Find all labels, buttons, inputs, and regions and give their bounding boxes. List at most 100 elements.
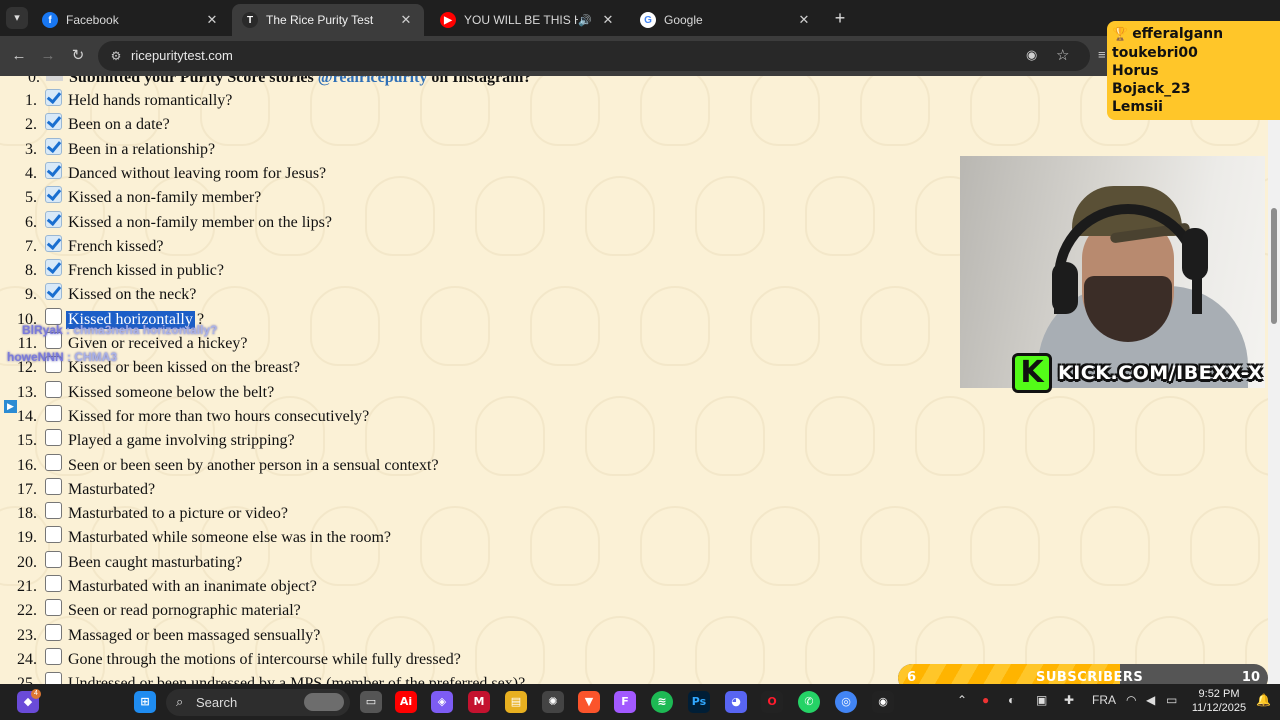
forward-icon[interactable]: → — [37, 45, 59, 67]
owl-watermark — [1025, 396, 1095, 476]
tray-app-icon[interactable]: ✚ — [1064, 693, 1074, 707]
chat-message: howeNNN : CHMA3 — [7, 350, 118, 364]
address-bar[interactable]: ⚙ ricepuritytest.com ◉ ☆ — [98, 41, 1090, 71]
tray-app-icon[interactable]: ▣ — [1036, 693, 1047, 707]
instagram-link[interactable]: @realricepurity — [318, 76, 428, 86]
tab-audio-icon[interactable]: 🔊 — [578, 14, 592, 27]
url-text[interactable]: ricepuritytest.com — [131, 48, 233, 63]
question-checkbox[interactable] — [45, 137, 62, 155]
browser-tab[interactable]: G Google ✕ — [630, 4, 822, 36]
discord-icon[interactable]: ◕ — [725, 691, 747, 713]
bookmark-star-icon[interactable]: ☆ — [1056, 46, 1069, 64]
chrome-icon[interactable]: ◎ — [835, 691, 857, 713]
opera-gx-icon[interactable]: O — [761, 691, 783, 713]
site-info-icon[interactable]: ⚙ — [108, 48, 124, 64]
question-checkbox[interactable] — [45, 259, 62, 277]
question-checkbox[interactable] — [45, 113, 62, 131]
question-checkbox[interactable] — [45, 161, 62, 179]
question-checkbox[interactable] — [45, 404, 62, 422]
whatsapp-icon[interactable]: ✆ — [798, 691, 820, 713]
viewer-name: Horus — [1112, 63, 1159, 79]
question-checkbox[interactable] — [45, 575, 62, 592]
question-checkbox[interactable] — [46, 76, 63, 81]
brave-icon[interactable]: ▼ — [578, 691, 600, 713]
question-text: Kissed a non-family member? — [68, 189, 262, 207]
file-explorer-icon[interactable]: ▤ — [505, 691, 527, 713]
question-checkbox[interactable] — [45, 186, 62, 204]
question-item: 4. Danced without leaving room for Jesus? — [0, 161, 900, 186]
windows-start-icon[interactable]: ⊞ — [134, 691, 156, 713]
wifi-icon[interactable]: ◠ — [1126, 693, 1136, 707]
close-tab-icon[interactable]: ✕ — [398, 12, 414, 28]
question-number: 18. — [17, 505, 37, 523]
question-checkbox[interactable] — [45, 89, 62, 106]
question-text: French kissed? — [68, 237, 164, 255]
page-scrollbar[interactable] — [1268, 76, 1280, 684]
taskbar-search[interactable]: ⌕ Search — [166, 689, 350, 716]
question-checkbox[interactable] — [45, 283, 62, 301]
question-checkbox[interactable] — [45, 429, 62, 447]
question-checkbox[interactable] — [45, 502, 62, 520]
tray-app-icon[interactable]: ◐ — [1008, 693, 1015, 707]
question-checkbox[interactable] — [45, 623, 62, 641]
windows-taskbar: ◆ 4 ⊞ ⌕ Search ▭ Ai ◈ M ▤ ✺ ▼ F ≋ Ps ◕ O… — [0, 684, 1280, 720]
chatgpt-icon[interactable]: ✺ — [542, 691, 564, 713]
question-item: 7. French kissed? — [0, 234, 900, 259]
question-checkbox[interactable] — [45, 380, 62, 398]
language-indicator[interactable]: FRA — [1092, 693, 1116, 707]
task-view-icon[interactable]: ▭ — [360, 691, 382, 713]
question-number: 24. — [17, 650, 37, 668]
tab-search-dropdown-icon[interactable]: ▾ — [6, 7, 28, 29]
reload-icon[interactable]: ↻ — [67, 45, 89, 67]
question-checkbox[interactable] — [45, 526, 62, 544]
question-checkbox[interactable] — [45, 647, 62, 665]
volume-icon[interactable]: ◀ — [1146, 693, 1155, 707]
close-tab-icon[interactable]: ✕ — [796, 12, 812, 28]
browser-tab[interactable]: T The Rice Purity Test ✕ — [232, 4, 424, 36]
back-icon[interactable]: ← — [8, 45, 30, 67]
question-checkbox[interactable] — [45, 477, 62, 495]
question-item: 2. Been on a date? — [0, 113, 900, 137]
question-text: Been on a date? — [68, 116, 170, 134]
close-tab-icon[interactable]: ✕ — [204, 12, 220, 28]
obs-icon[interactable]: ◉ — [872, 691, 894, 713]
question-checkbox[interactable] — [45, 453, 62, 471]
question-number: 15. — [17, 432, 37, 450]
battery-icon[interactable]: ▭ — [1166, 693, 1177, 707]
figma-icon[interactable]: F — [614, 691, 636, 713]
trophy-icon: 🏆 — [1112, 27, 1129, 42]
chat-text: chma3neha horizontally? — [73, 323, 218, 337]
question-checkbox[interactable] — [45, 550, 62, 568]
photoshop-icon[interactable]: Ps — [688, 691, 710, 713]
question-text: Masturbated with an inanimate object? — [68, 578, 317, 595]
extensions-icon[interactable]: ≡ — [1098, 47, 1106, 62]
system-clock[interactable]: 9:52 PM 11/12/2025 — [1186, 687, 1252, 715]
close-tab-icon[interactable]: ✕ — [600, 12, 616, 28]
new-tab-button[interactable]: + — [830, 8, 850, 28]
kick-channel-url: KICK.COM/IBEXX-X — [1058, 362, 1263, 384]
illustrator-icon[interactable]: Ai — [395, 691, 417, 713]
question-text: Masturbated while someone else was in th… — [68, 529, 392, 547]
question-checkbox[interactable] — [45, 210, 62, 228]
question-item: 24. Gone through the motions of intercour… — [0, 647, 900, 672]
tray-overflow-icon[interactable]: ⌃ — [957, 693, 967, 707]
question-number: 6. — [25, 213, 37, 231]
question-number: 8. — [25, 262, 37, 280]
tray-app-icon[interactable]: ● — [982, 693, 989, 707]
copilot-app-icon[interactable]: ◈ — [431, 691, 453, 713]
notifications-bell-icon[interactable]: 🔔 — [1256, 693, 1271, 707]
browser-tab[interactable]: f Facebook ✕ — [32, 4, 230, 36]
spotify-icon[interactable]: ≋ — [651, 691, 673, 713]
mcafee-icon[interactable]: M — [468, 691, 490, 713]
eye-off-icon[interactable]: ◉ — [1026, 47, 1037, 63]
question-checkbox[interactable] — [45, 599, 62, 617]
scrollbar-thumb[interactable] — [1271, 208, 1277, 324]
question-number: 16. — [17, 456, 37, 474]
viewer-name: 🏆 efferalgann — [1112, 26, 1224, 42]
browser-tab[interactable]: ▶ YOU WILL BE THIS HERO | (🔊 ✕ — [430, 4, 626, 36]
question-number: 3. — [25, 140, 37, 158]
chat-message: BlRyak : chma3neha horizontally? — [22, 323, 218, 337]
question-checkbox[interactable] — [45, 672, 62, 684]
question-text: Masturbated to a picture or video? — [68, 505, 288, 523]
question-checkbox[interactable] — [45, 234, 62, 252]
